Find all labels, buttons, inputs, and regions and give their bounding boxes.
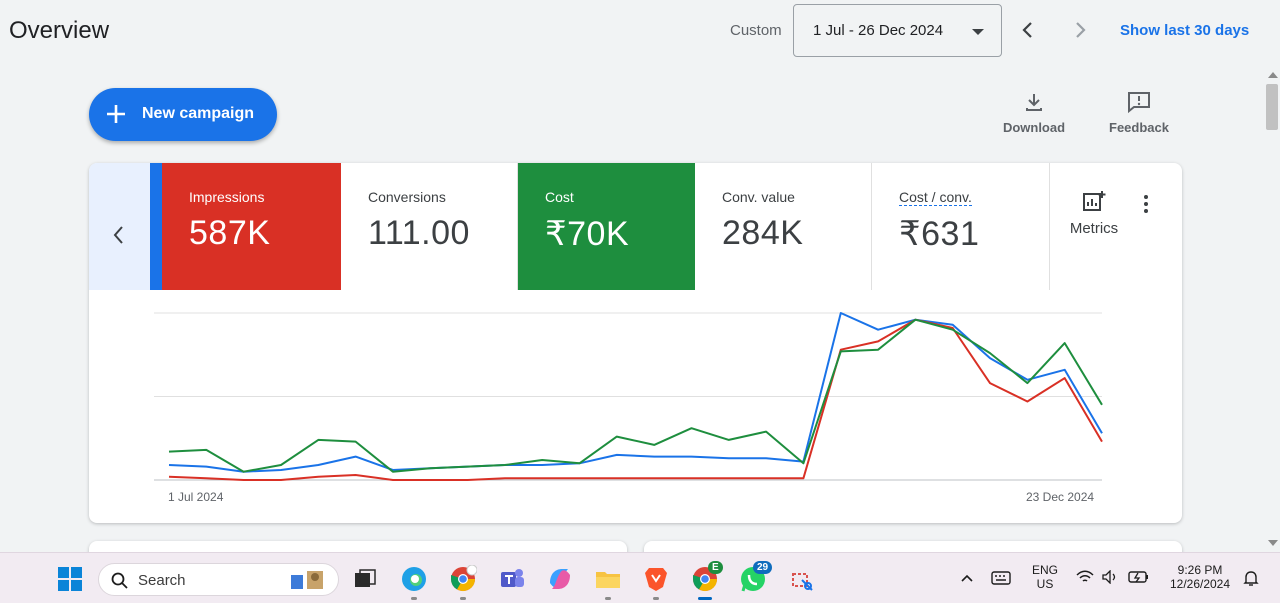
performance-card: Impressions 587K Conversions 111.00 Cost… bbox=[89, 163, 1182, 523]
metrics-label: Metrics bbox=[1069, 220, 1119, 237]
language-code: ENG bbox=[1031, 563, 1058, 577]
scroll-down-arrow[interactable] bbox=[1268, 540, 1278, 546]
metric-value: 284K bbox=[722, 214, 804, 252]
show-last-30-days-link[interactable]: Show last 30 days bbox=[1120, 22, 1249, 39]
show-hidden-icons-icon[interactable] bbox=[960, 573, 974, 583]
new-campaign-label: New campaign bbox=[142, 105, 255, 122]
performance-chart: 1 Jul 2024 23 Dec 2024 bbox=[89, 290, 1182, 523]
clock[interactable]: 9:26 PM 12/26/2024 bbox=[1160, 563, 1240, 591]
metric-name: Conversions bbox=[368, 189, 446, 205]
wifi-icon[interactable] bbox=[1076, 570, 1094, 584]
download-button[interactable]: Download bbox=[1000, 90, 1068, 135]
add-chart-icon bbox=[1083, 191, 1106, 211]
snipping-tool-icon[interactable] bbox=[788, 565, 816, 593]
whatsapp-badge: 29 bbox=[753, 561, 773, 574]
task-view-icon[interactable] bbox=[351, 565, 379, 593]
copilot-icon[interactable] bbox=[546, 565, 574, 593]
keyboard-icon[interactable] bbox=[991, 571, 1011, 585]
metric-value: ₹631 bbox=[899, 215, 980, 253]
x-tick-start: 1 Jul 2024 bbox=[168, 490, 224, 504]
download-icon bbox=[1026, 94, 1042, 111]
date-range-select[interactable]: 1 Jul - 26 Dec 2024 bbox=[793, 4, 1002, 57]
metric-value: 587K bbox=[189, 214, 271, 252]
x-tick-end: 23 Dec 2024 bbox=[1026, 490, 1095, 504]
scroller-edge bbox=[150, 163, 162, 290]
custom-range-label: Custom bbox=[730, 22, 782, 39]
line-chart bbox=[154, 312, 1103, 481]
metric-name: Conv. value bbox=[722, 189, 795, 205]
metric-name: Cost bbox=[545, 189, 574, 205]
search-placeholder: Search bbox=[138, 572, 186, 589]
clock-date: 12/26/2024 bbox=[1169, 577, 1231, 591]
taskbar-search[interactable]: Search bbox=[98, 563, 339, 596]
scroll-up-arrow[interactable] bbox=[1268, 72, 1278, 78]
metric-impressions[interactable]: Impressions 587K bbox=[162, 163, 341, 290]
more-vert-icon[interactable] bbox=[1141, 193, 1151, 215]
clock-time: 9:26 PM bbox=[1177, 563, 1223, 577]
file-explorer-icon[interactable] bbox=[594, 565, 622, 593]
date-range-value: 1 Jul - 26 Dec 2024 bbox=[813, 22, 944, 39]
running-indicator bbox=[460, 597, 466, 600]
running-indicator bbox=[605, 597, 611, 600]
chevron-left-icon bbox=[113, 226, 123, 244]
scrollbar-thumb[interactable] bbox=[1266, 84, 1278, 130]
metric-cost[interactable]: Cost ₹70K bbox=[518, 163, 695, 290]
metric-scroll-left-button[interactable] bbox=[89, 163, 162, 290]
teams-icon[interactable] bbox=[498, 565, 526, 593]
chevron-right-icon[interactable] bbox=[1068, 18, 1092, 42]
windows-start-icon[interactable] bbox=[56, 565, 84, 593]
running-indicator bbox=[653, 597, 659, 600]
feedback-button[interactable]: Feedback bbox=[1105, 90, 1173, 135]
running-indicator bbox=[411, 597, 417, 600]
search-icon bbox=[111, 572, 128, 589]
metric-conversions[interactable]: Conversions 111.00 bbox=[341, 163, 518, 290]
language-indicator[interactable]: ENG US bbox=[1027, 563, 1063, 591]
plus-icon bbox=[107, 105, 125, 123]
metrics-button[interactable]: Metrics bbox=[1050, 190, 1138, 237]
metric-name: Impressions bbox=[189, 189, 265, 205]
volume-icon[interactable] bbox=[1102, 570, 1118, 584]
chrome-profile-badge: E bbox=[708, 561, 723, 574]
taskbar: Search E 29 ENG US 9:26 PM 12/26/2024 bbox=[0, 552, 1280, 603]
edge-browser-icon[interactable] bbox=[400, 565, 428, 593]
metric-value: 111.00 bbox=[368, 214, 470, 252]
metric-cost-per-conv[interactable]: Cost / conv. ₹631 bbox=[872, 163, 1050, 290]
notification-bell-icon[interactable] bbox=[1242, 569, 1260, 587]
dropdown-arrow-icon bbox=[972, 29, 984, 35]
page-title: Overview bbox=[9, 17, 110, 44]
feedback-label: Feedback bbox=[1109, 120, 1169, 135]
feedback-icon bbox=[1128, 92, 1150, 114]
brave-browser-icon[interactable] bbox=[642, 565, 670, 593]
search-highlight-icon bbox=[291, 571, 323, 589]
metric-name: Cost / conv. bbox=[899, 189, 972, 206]
active-indicator bbox=[698, 597, 712, 600]
metric-conv-value[interactable]: Conv. value 284K bbox=[695, 163, 872, 290]
new-campaign-button[interactable]: New campaign bbox=[89, 88, 277, 141]
chrome-icon[interactable] bbox=[449, 565, 477, 593]
battery-icon[interactable] bbox=[1128, 570, 1150, 584]
metric-value: ₹70K bbox=[545, 215, 630, 253]
chart-series-line-0 bbox=[168, 312, 1103, 473]
region-code: US bbox=[1036, 577, 1054, 591]
chevron-left-icon[interactable] bbox=[1016, 18, 1040, 42]
download-label: Download bbox=[1002, 120, 1066, 135]
